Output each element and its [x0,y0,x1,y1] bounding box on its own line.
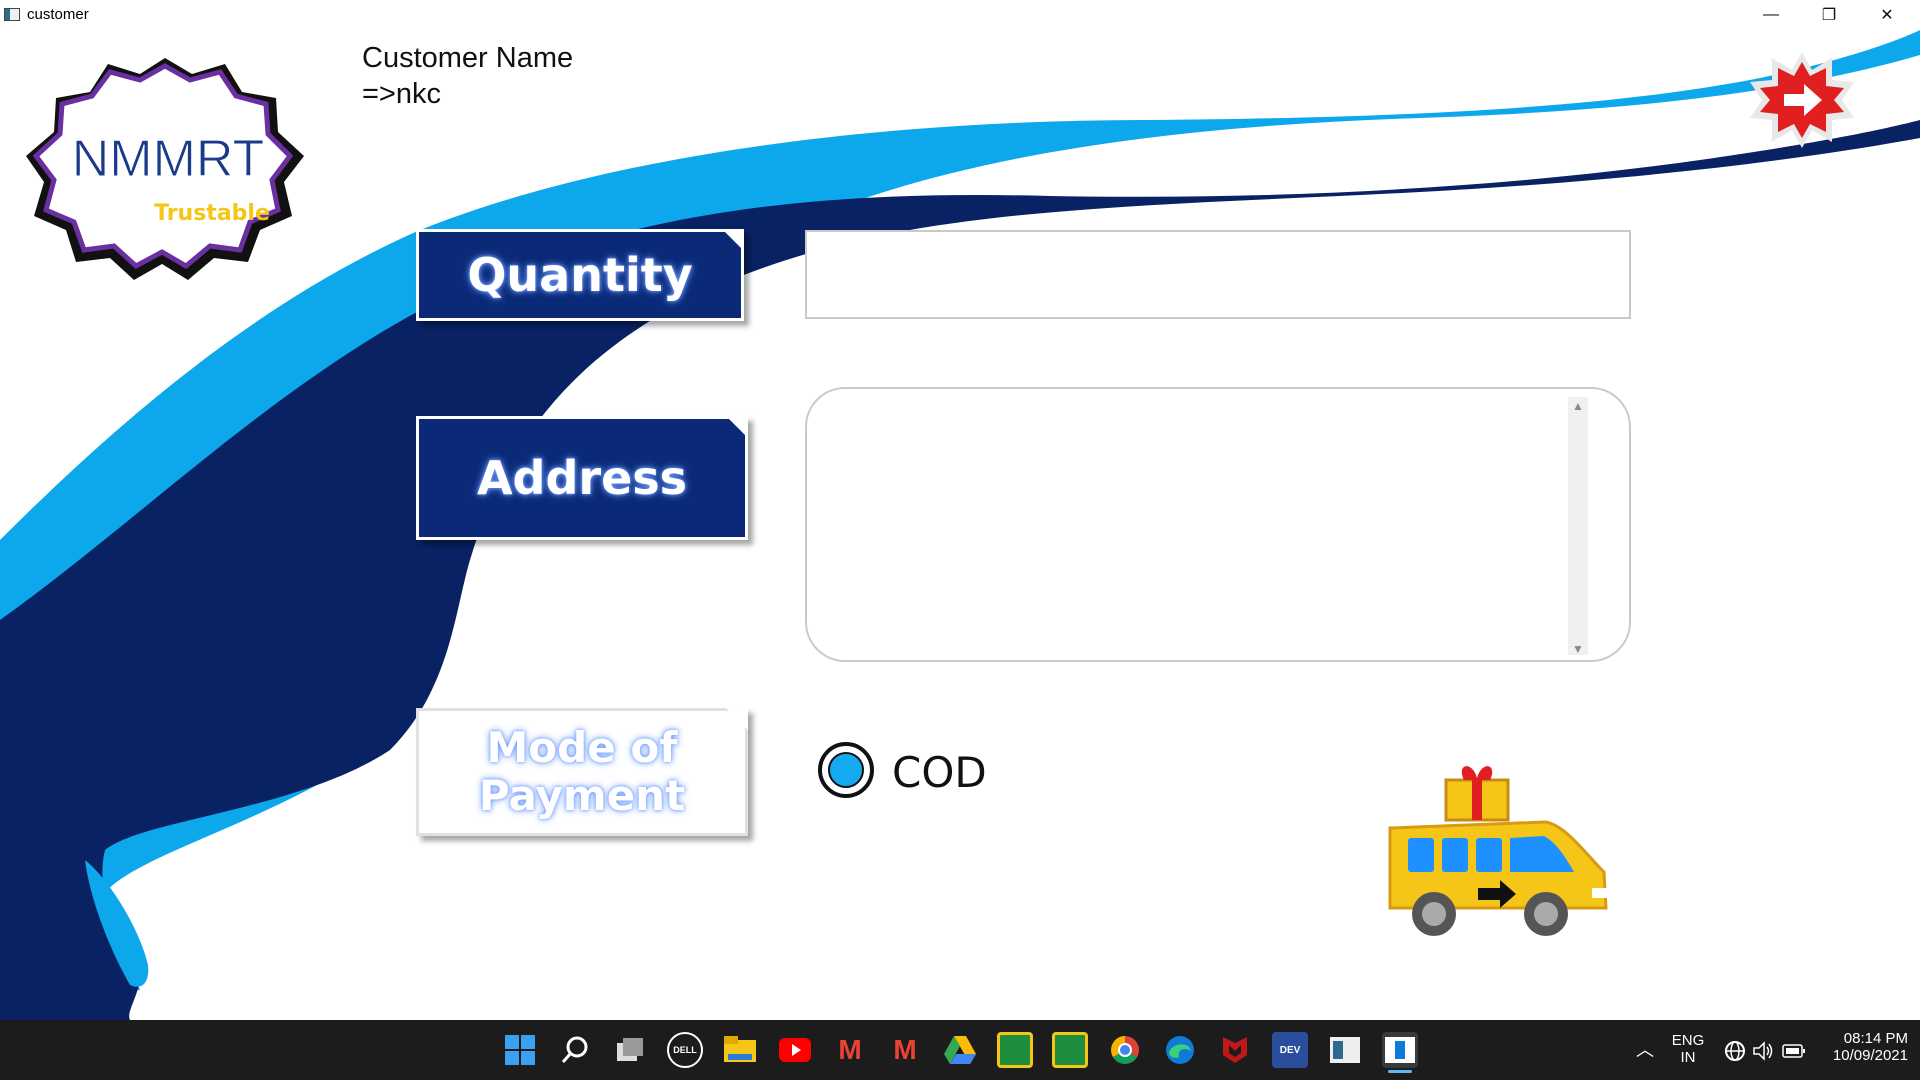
language-line2: IN [1680,1049,1696,1066]
google-classroom-2-icon[interactable] [1052,1032,1088,1068]
mcafee-icon[interactable] [1217,1032,1253,1068]
task-view-icon[interactable] [612,1032,648,1068]
payment-label-line1: Mode of [486,722,678,772]
app-window: customer — ❐ ✕ NMMRT Trustable Customer … [0,0,1920,1080]
clock[interactable]: 08:14 PM 10/09/2021 [1818,1030,1908,1064]
quantity-label-box: Quantity [416,229,744,321]
active-app-indicator [1388,1070,1412,1073]
app-window-icon[interactable] [1327,1032,1363,1068]
gmail-2-icon[interactable]: M [887,1032,923,1068]
youtube-icon[interactable] [777,1032,813,1068]
dev-cpp-icon[interactable]: DEV [1272,1032,1308,1068]
exit-button[interactable] [1746,48,1858,152]
address-label-box: Address [416,416,748,540]
tray-chevron-icon[interactable]: ︿ [1636,1036,1654,1062]
clock-date: 10/09/2021 [1832,1047,1908,1064]
address-textarea[interactable] [805,387,1631,662]
delivery-van-icon [1388,766,1610,936]
google-drive-icon[interactable] [942,1032,978,1068]
app-icon [4,8,20,21]
search-icon[interactable] [557,1032,593,1068]
nmmrt-logo: NMMRT Trustable [26,58,304,280]
svg-text:NMMRT: NMMRT [72,130,265,188]
chrome-icon[interactable] [1107,1032,1143,1068]
language-indicator[interactable]: ENG IN [1668,1032,1708,1066]
network-icon[interactable] [1724,1040,1746,1067]
restore-button[interactable]: ❐ [1800,0,1858,29]
dell-icon[interactable]: DELL [667,1032,703,1068]
gmail-icon[interactable]: M [832,1032,868,1068]
battery-icon[interactable] [1782,1043,1806,1064]
payment-label-line2: Payment [478,771,686,820]
minimize-button[interactable]: — [1742,0,1800,29]
close-button[interactable]: ✕ [1858,0,1916,29]
customer-name-value: =>nkc [362,78,441,110]
cod-label[interactable]: COD [892,748,987,797]
scroll-down-icon[interactable]: ▼ [1572,642,1584,656]
svg-text:Trustable: Trustable [154,201,270,226]
volume-icon[interactable] [1752,1040,1774,1067]
google-classroom-icon[interactable] [997,1032,1033,1068]
window-title: customer [27,6,89,23]
cod-radio[interactable] [818,742,874,798]
quantity-input[interactable] [805,230,1631,319]
address-scrollbar[interactable] [1568,397,1588,655]
radio-selected-dot [828,752,864,788]
address-label: Address [476,450,688,505]
edge-icon[interactable] [1162,1032,1198,1068]
quantity-label: Quantity [467,247,693,302]
start-icon[interactable] [502,1032,538,1068]
title-bar [0,0,1920,29]
payment-label-box: Mode of Payment [416,708,748,836]
language-line1: ENG [1671,1032,1705,1049]
clock-time: 08:14 PM [1843,1030,1908,1047]
file-explorer-icon[interactable] [722,1032,758,1068]
scroll-up-icon[interactable]: ▲ [1572,399,1584,413]
customer-app-icon[interactable] [1382,1032,1418,1068]
customer-name-label: Customer Name [362,42,574,74]
